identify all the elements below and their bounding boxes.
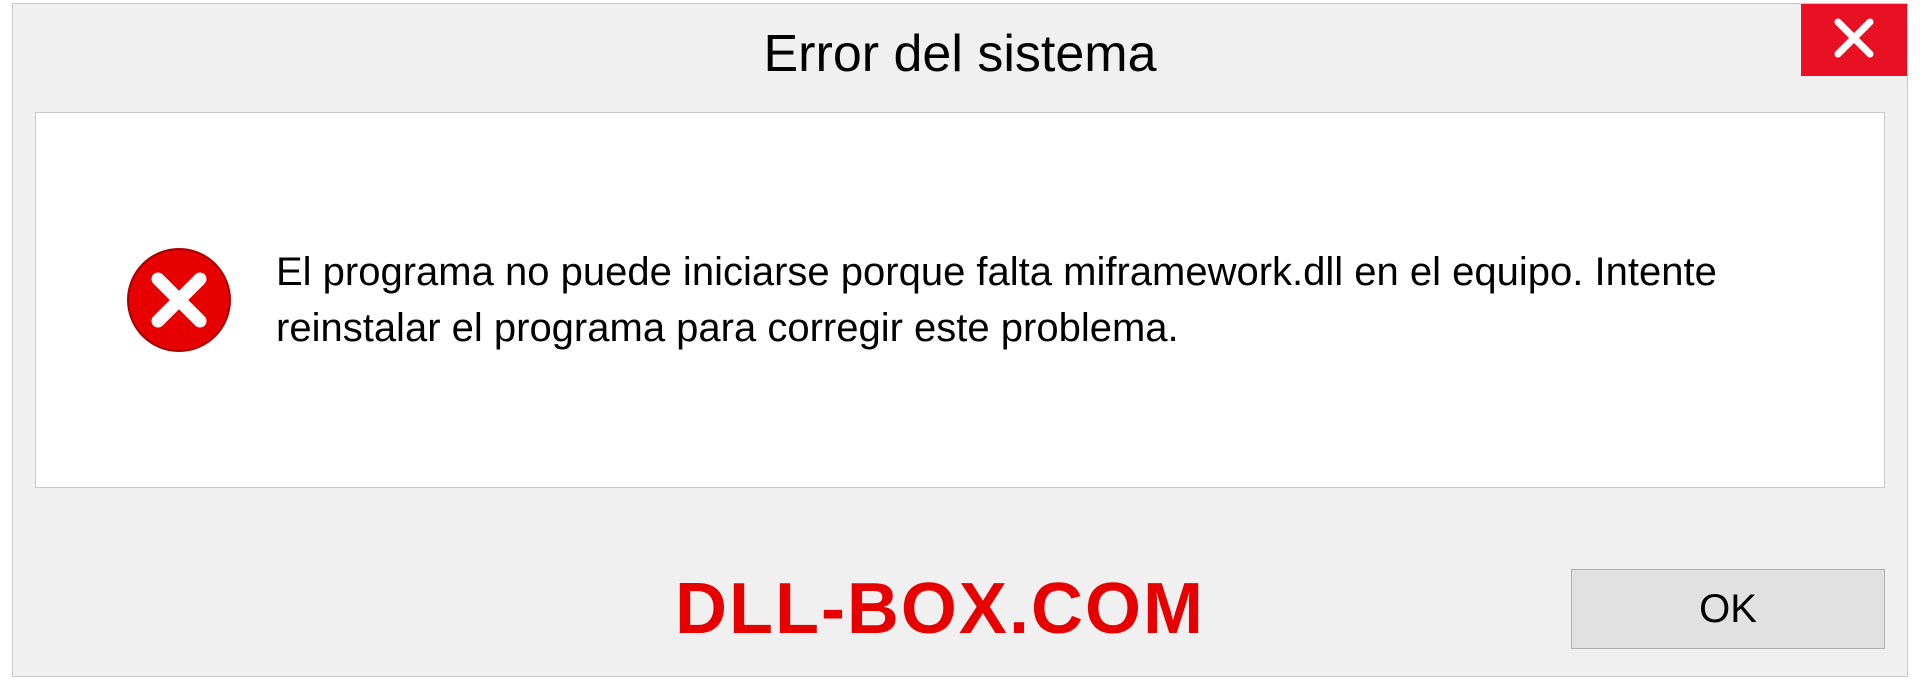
error-icon [126, 247, 232, 353]
close-button[interactable] [1801, 4, 1907, 76]
titlebar: Error del sistema [13, 4, 1907, 104]
footer: DLL-BOX.COM OK [35, 568, 1885, 650]
dialog-title: Error del sistema [764, 24, 1157, 84]
content-area: El programa no puede iniciarse porque fa… [35, 112, 1885, 488]
error-message: El programa no puede iniciarse porque fa… [276, 244, 1844, 356]
watermark-text: DLL-BOX.COM [675, 568, 1205, 650]
error-dialog: Error del sistema El programa no puede i… [12, 3, 1908, 677]
ok-button[interactable]: OK [1571, 569, 1885, 649]
close-icon [1832, 16, 1876, 65]
